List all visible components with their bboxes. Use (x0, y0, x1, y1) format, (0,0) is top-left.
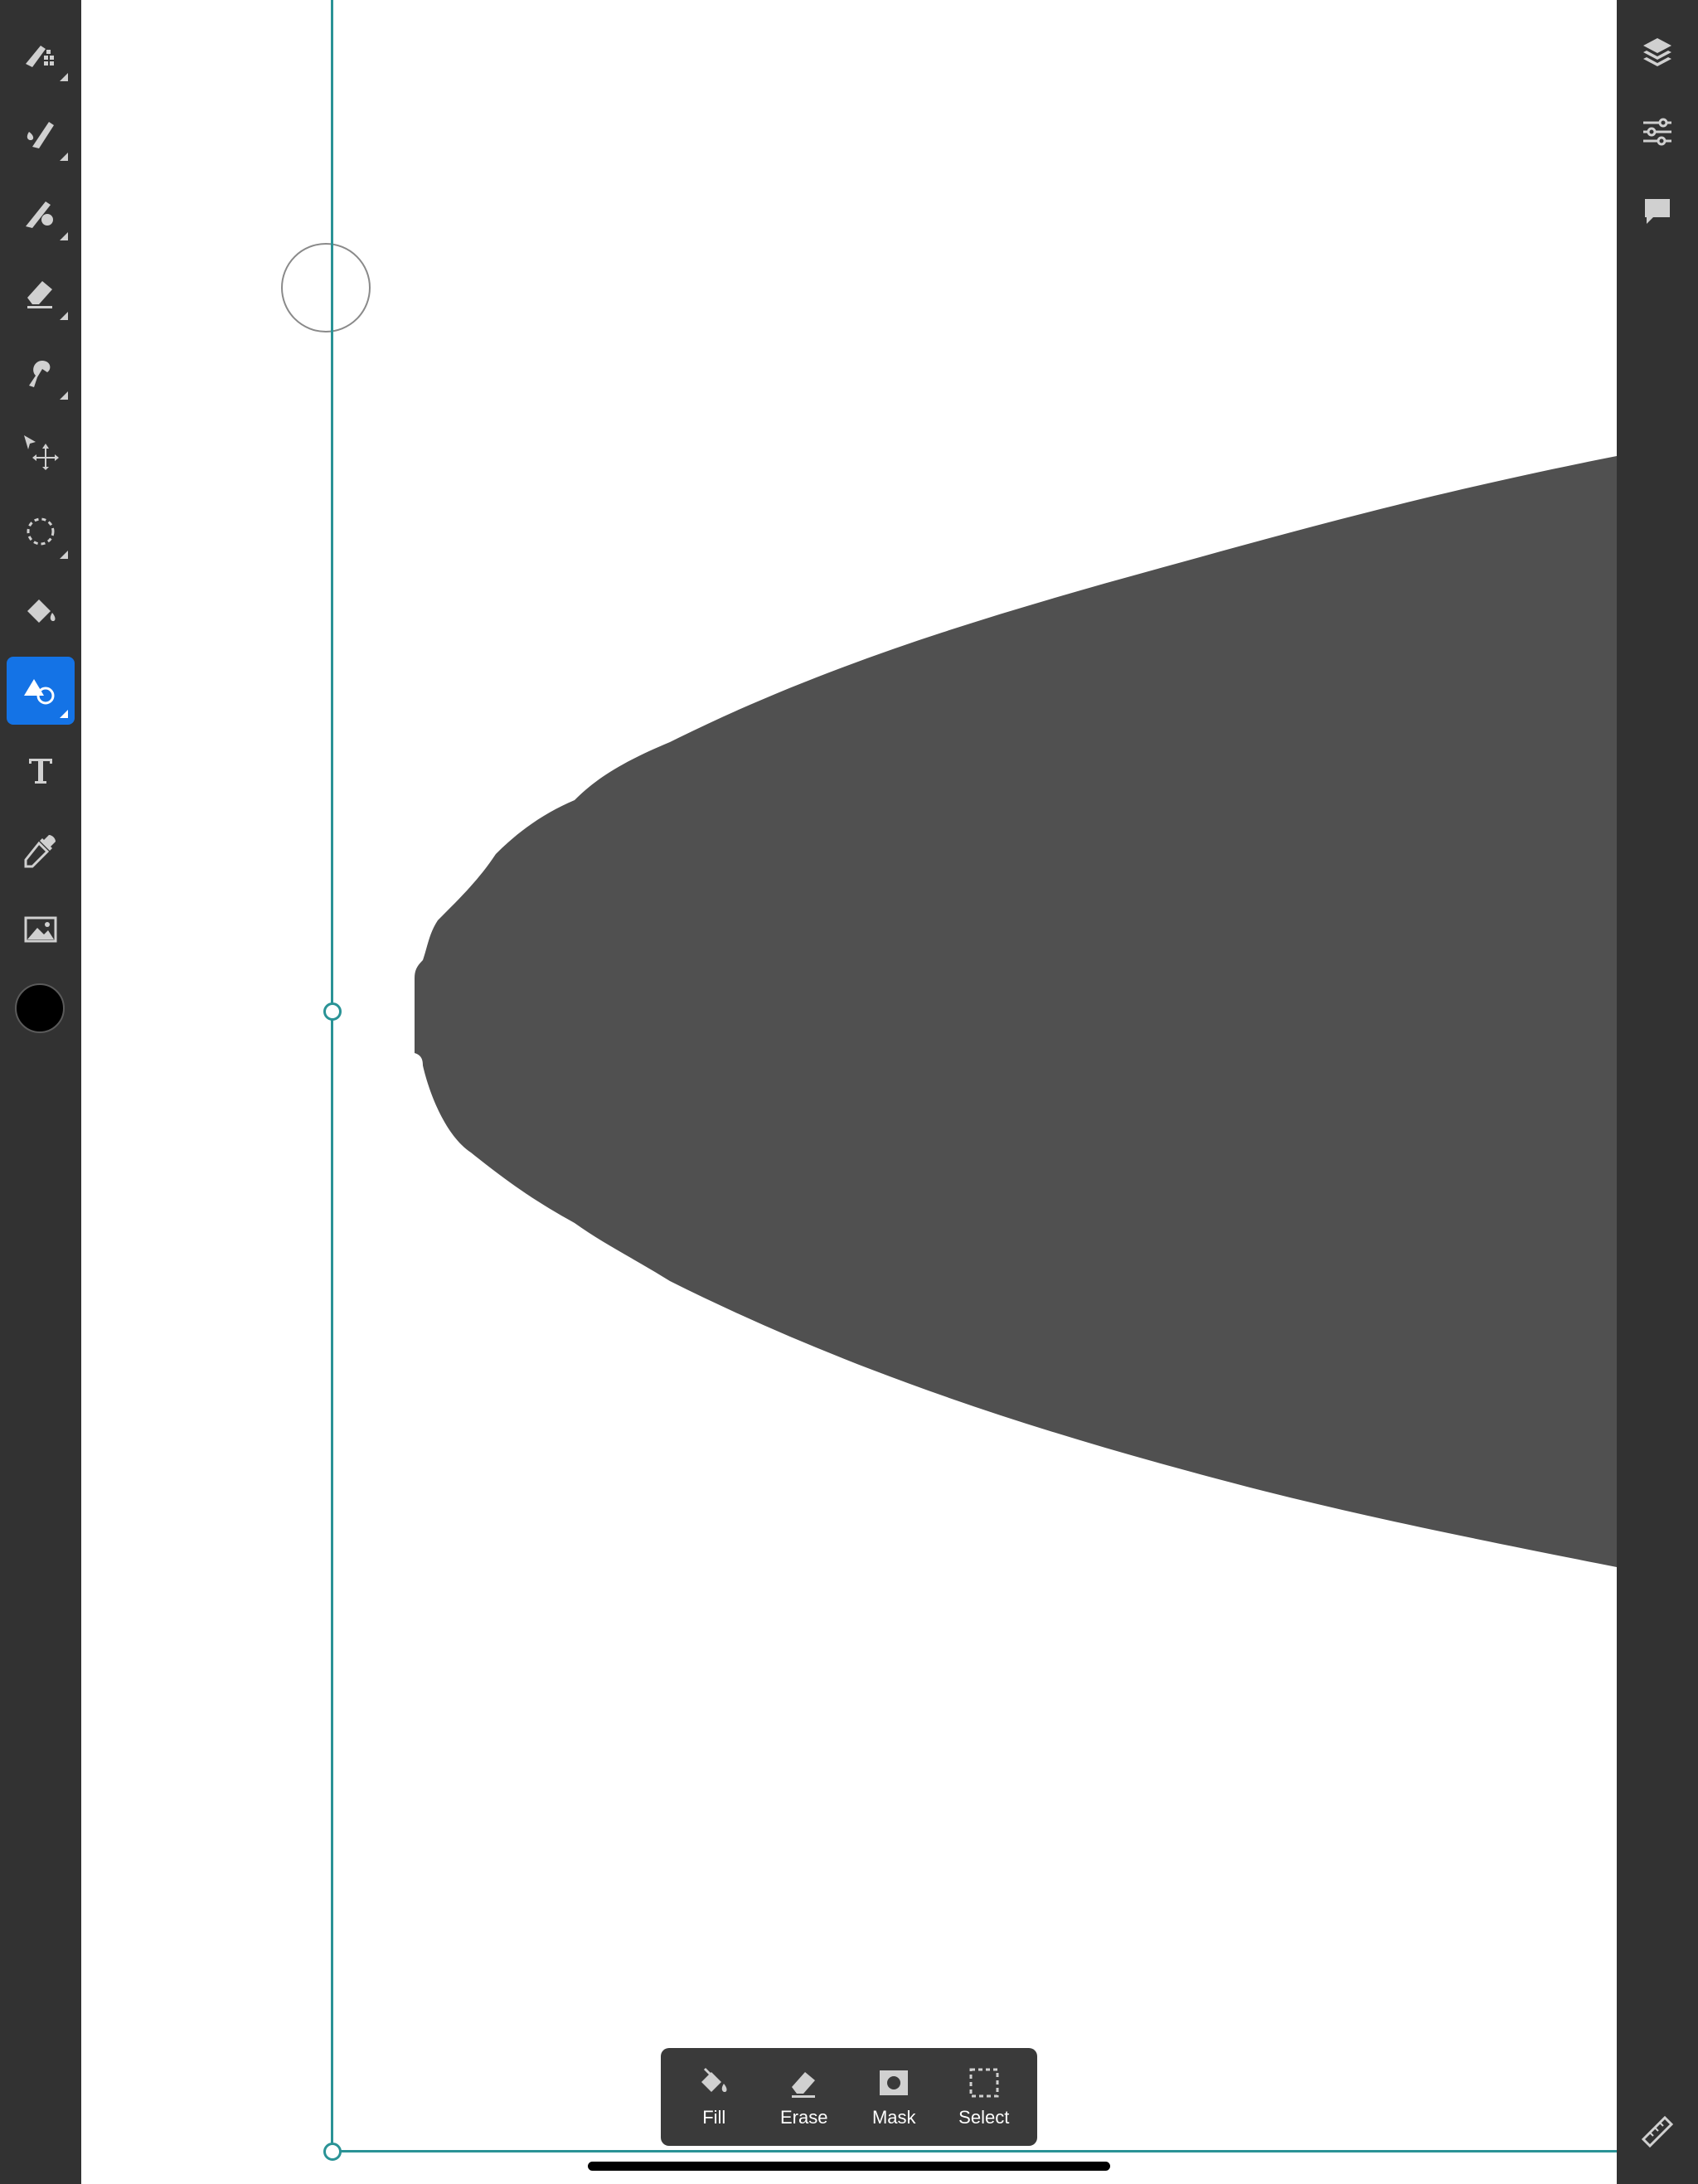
selection-action-bar: Fill Erase Mask Select (661, 2048, 1037, 2146)
shapes-icon (24, 679, 55, 705)
brush-cursor (281, 243, 371, 332)
shapes-tool[interactable] (7, 657, 75, 725)
fill-button[interactable]: Fill (672, 2055, 755, 2138)
mask-icon (880, 2070, 909, 2095)
image-tool[interactable] (7, 895, 75, 963)
live-brush-tool[interactable] (7, 99, 75, 167)
fill-bucket-icon (27, 599, 56, 623)
mask-button[interactable]: Mask (852, 2055, 935, 2138)
home-indicator[interactable] (588, 2162, 1110, 2171)
live-brush-icon (27, 122, 54, 148)
image-icon (24, 916, 57, 943)
layers-icon (1643, 38, 1671, 66)
ruler-icon (1641, 2115, 1674, 2148)
fill-bucket-icon (701, 2067, 727, 2092)
eyedropper-icon (24, 835, 56, 868)
transform-icon (24, 435, 59, 470)
erase-label: Erase (780, 2107, 828, 2128)
lasso-select-tool[interactable] (7, 497, 75, 565)
eraser-icon (27, 281, 52, 308)
eraser-tool[interactable] (7, 259, 75, 327)
guide-handle-left[interactable] (323, 1002, 342, 1021)
smudge-tool[interactable] (7, 338, 75, 406)
layers-button[interactable] (1623, 18, 1691, 86)
text-icon (29, 759, 52, 784)
select-label: Select (958, 2107, 1010, 2128)
selection-guide-vertical[interactable] (331, 0, 333, 2152)
eraser-icon (791, 2072, 815, 2098)
guide-handle-corner[interactable] (323, 2143, 342, 2161)
mask-label: Mask (871, 2107, 916, 2128)
comments-button[interactable] (1623, 177, 1691, 245)
lasso-select-icon (27, 517, 55, 546)
smudge-icon (29, 361, 51, 387)
ruler-button[interactable] (1623, 2098, 1691, 2166)
pixel-brush-tool[interactable] (7, 20, 75, 88)
drawing-canvas[interactable] (81, 0, 1617, 2184)
pixel-brush-icon (26, 46, 54, 67)
marquee-select-icon (969, 2068, 999, 2098)
transform-tool[interactable] (7, 418, 75, 486)
mixer-brush-tool[interactable] (7, 179, 75, 247)
fill-bucket-tool[interactable] (7, 577, 75, 645)
adjustments-icon (1643, 118, 1671, 146)
adjustments-button[interactable] (1623, 98, 1691, 166)
selection-guide-horizontal[interactable] (331, 2150, 1617, 2152)
erase-button[interactable]: Erase (763, 2055, 846, 2138)
left-toolbar (0, 0, 81, 2184)
right-toolbar (1617, 0, 1698, 2184)
eyedropper-tool[interactable] (7, 816, 75, 884)
color-swatch[interactable] (15, 983, 65, 1033)
text-tool[interactable] (7, 736, 75, 804)
mixer-brush-icon (26, 201, 53, 228)
fill-label: Fill (702, 2107, 726, 2128)
select-button[interactable]: Select (943, 2055, 1026, 2138)
comment-icon (1645, 199, 1670, 224)
